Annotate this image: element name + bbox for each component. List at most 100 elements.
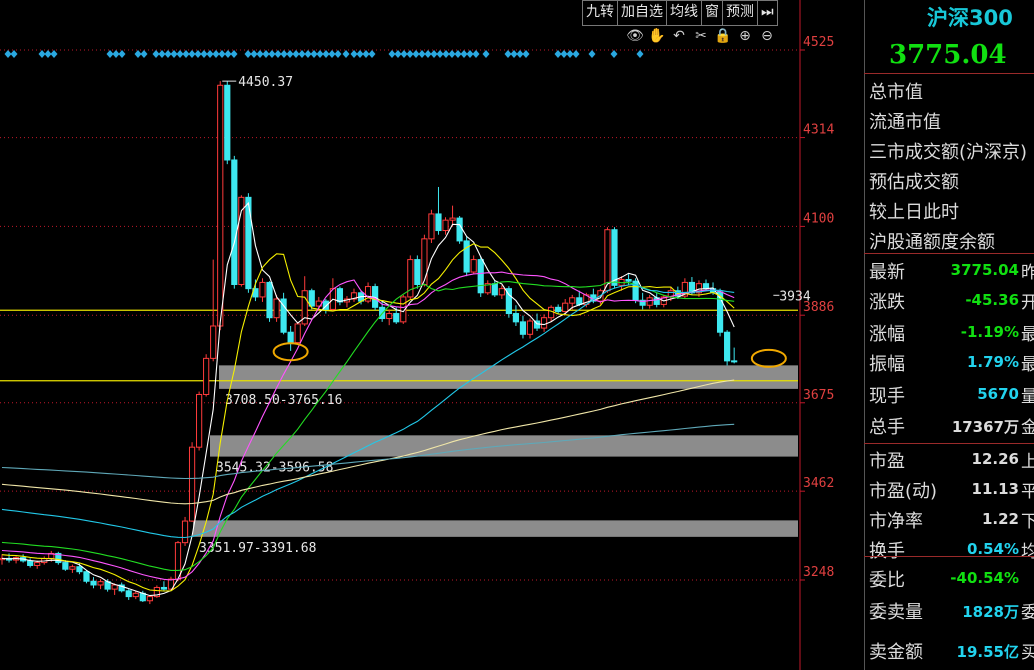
quote-row: 三市成交额(沪深京) [869, 138, 1027, 166]
quote-row: 委比 -40.54% [869, 566, 1019, 594]
signal-marker [610, 50, 618, 58]
signal-marker [560, 50, 568, 58]
candle-body [386, 313, 393, 320]
signal-marker [268, 50, 276, 58]
candle-body [463, 240, 470, 273]
toolbar-forecast-button[interactable]: 预测 [723, 1, 758, 25]
candle-body [174, 542, 182, 580]
candle-body [548, 306, 555, 319]
play-to-end-icon[interactable]: ⏭ [758, 1, 777, 25]
quote-label: 涨幅 [869, 324, 905, 345]
panel-divider [864, 73, 1034, 74]
candle-body [83, 571, 90, 582]
quote-extra-label: 昨 [1021, 263, 1034, 283]
panel-divider [864, 556, 1034, 557]
quote-row: 涨幅 -1.19% 最 [869, 320, 1034, 348]
signal-marker [170, 50, 178, 58]
eye-icon[interactable]: 👁 [626, 27, 644, 45]
signal-marker [356, 50, 364, 58]
quote-extra-label: 最 [1021, 325, 1034, 345]
lock-icon[interactable]: 🔒 [714, 27, 732, 45]
candle-body [259, 281, 266, 298]
undo-icon[interactable]: ↶ [670, 27, 688, 45]
quote-value: 19.55亿 [956, 643, 1019, 661]
signal-marker [286, 50, 294, 58]
candle-body [569, 297, 576, 304]
signal-marker [158, 50, 166, 58]
candle-body [111, 584, 118, 590]
candle-body [442, 219, 449, 232]
quote-label: 沪股通额度余额 [869, 232, 995, 253]
zoom-out-icon[interactable]: ⊖ [758, 27, 776, 45]
signal-marker [140, 50, 148, 58]
candle-body [702, 283, 710, 290]
hand-icon[interactable]: ✋ [648, 27, 666, 45]
zone-label: 3708.50-3765.16 [225, 393, 342, 408]
candle-body [76, 566, 83, 573]
candle-body [724, 331, 731, 362]
zone-label: 3351.97-3391.68 [199, 541, 316, 556]
signal-marker [188, 50, 196, 58]
candle-body [181, 520, 189, 544]
signal-marker [152, 50, 160, 58]
support-zone [219, 365, 798, 389]
signal-marker [262, 50, 270, 58]
scissors-icon[interactable]: ✂ [692, 27, 710, 45]
signal-marker [230, 50, 238, 58]
toolbar-window-button[interactable]: 窗 [702, 1, 723, 25]
candle-body [146, 596, 153, 602]
candle-body [69, 566, 76, 570]
toolbar-ma-button[interactable]: 均线 [667, 1, 702, 25]
quote-row: 委卖量 1828万委 [869, 598, 1034, 626]
quote-extra-label: 最 [1021, 355, 1034, 375]
signal-marker [406, 50, 414, 58]
chart-tool-icons: 👁 ✋ ↶ ✂ 🔒 ⊕ ⊖ [626, 27, 776, 45]
candle-body [125, 590, 132, 598]
quote-extra-label: 平 [1021, 482, 1034, 502]
toolbar-add-watchlist-button[interactable]: 加自选 [618, 1, 667, 25]
quote-value: -45.36 [965, 291, 1019, 309]
toolbar-jiuzhuan-button[interactable]: 九转 [583, 1, 618, 25]
candle-body [477, 259, 484, 294]
quote-row: 换手 0.54% 均 [869, 537, 1034, 565]
quote-extra-label: 买 [1021, 643, 1034, 663]
quote-row: 振幅 1.79% 最 [869, 350, 1034, 378]
candle-body [266, 281, 273, 319]
candle-body [188, 446, 196, 522]
candle-body [625, 279, 632, 282]
signal-marker [134, 50, 142, 58]
signal-marker [472, 50, 480, 58]
signal-marker [206, 50, 214, 58]
panel-divider [864, 443, 1034, 444]
kline-chart[interactable]: 45254314410038863675346232483708.50-3765… [0, 0, 864, 670]
signal-marker [412, 50, 420, 58]
signal-marker [112, 50, 120, 58]
signal-marker [118, 50, 126, 58]
signal-marker [342, 50, 350, 58]
quote-label: 三市成交额(沪深京) [869, 142, 1028, 163]
signal-marker [334, 50, 342, 58]
quote-value: 5670 [977, 385, 1019, 403]
signal-marker [250, 50, 258, 58]
signal-marker [244, 50, 252, 58]
candle-body [456, 217, 463, 242]
zoom-in-icon[interactable]: ⊕ [736, 27, 754, 45]
quote-row: 沪股通额度余额 [869, 228, 1019, 256]
candle-body [646, 297, 653, 306]
signal-marker [328, 50, 336, 58]
quote-label: 流通市值 [869, 112, 941, 133]
signal-marker [554, 50, 562, 58]
signal-marker [38, 50, 46, 58]
y-tick-label: 4314 [803, 123, 834, 138]
quote-row: 市盈 12.26 上 [869, 447, 1034, 475]
candle-body [421, 238, 428, 285]
quote-label: 市净率 [869, 511, 923, 532]
signal-marker [460, 50, 468, 58]
signal-marker [4, 50, 12, 58]
candle-body [203, 357, 210, 395]
signal-marker [224, 50, 232, 58]
signal-marker [566, 50, 574, 58]
quote-label: 市盈 [869, 451, 905, 472]
signal-marker [200, 50, 208, 58]
signal-marker [516, 50, 524, 58]
